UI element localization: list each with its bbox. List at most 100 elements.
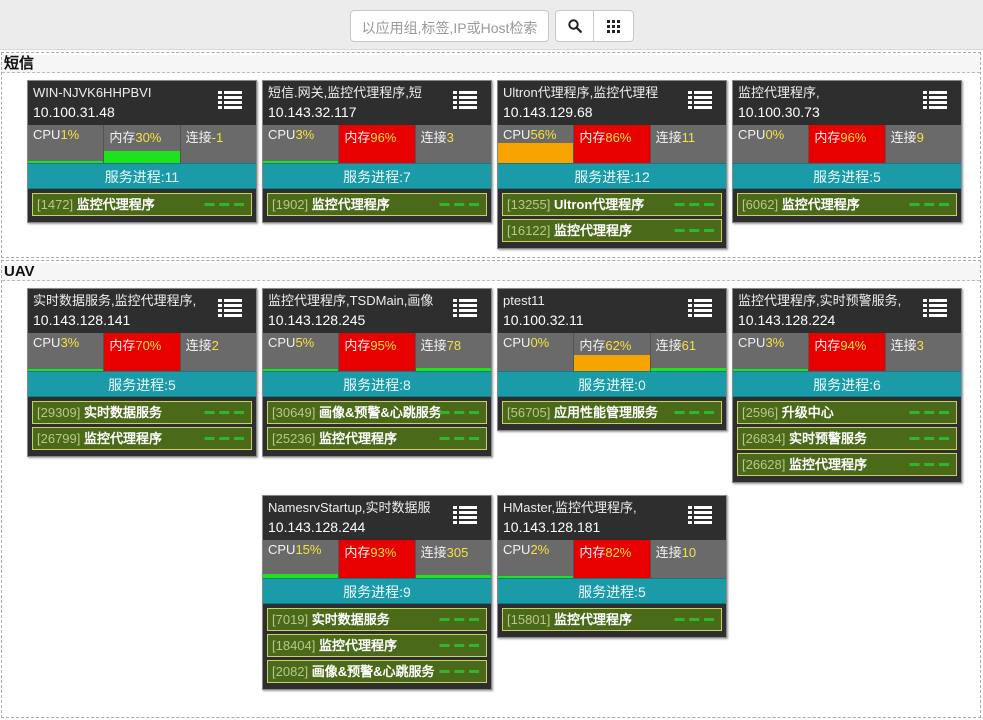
process-item[interactable]: [26628] 监控代理程序 ▬ ▬ ▬ [737,453,957,476]
process-name: 实时数据服务 [311,612,390,627]
process-pid: [25236] [272,431,316,446]
process-item[interactable]: [16122] 监控代理程序 ▬ ▬ ▬ [502,219,722,242]
process-list: [2596] 升级中心 ▬ ▬ ▬ [26834] 实时预警服务 ▬ ▬ ▬ [… [733,397,961,482]
host-title: 监控代理程序, [738,85,820,100]
cpu-bar [498,576,574,578]
host-stats: CPU0% 内存96% 连接9 [733,125,961,163]
list-menu-icon[interactable] [688,506,712,525]
cpu-label: CPU [268,542,296,557]
connection-label: 连接 [420,338,447,353]
host-card[interactable]: 监控代理程序, 10.100.30.73 CPU0% 内存96% 连接9 服务进… [732,80,962,223]
connection-stat: 连接61 [650,333,726,371]
process-item[interactable]: [15801] 监控代理程序 ▬ ▬ ▬ [502,608,722,631]
process-item[interactable]: [25236] 监控代理程序 ▬ ▬ ▬ [267,427,487,450]
cpu-stat: CPU3% [733,333,810,371]
list-menu-icon[interactable] [218,299,242,318]
card-header: 实时数据服务,监控代理程序, 10.143.128.141 [28,289,256,333]
process-list: [13255] Ultron代理程序 ▬ ▬ ▬ [16122] 监控代理程序 … [498,189,726,248]
host-card[interactable]: ptest11 10.100.32.11 CPU0% 内存62% 连接61 服务… [497,288,727,431]
process-name: 升级中心 [781,405,834,420]
process-list: [29309] 实时数据服务 ▬ ▬ ▬ [26799] 监控代理程序 ▬ ▬ … [28,397,256,456]
connection-label: 连接 [420,545,447,560]
host-card[interactable]: 监控代理程序,TSDMain,画像 10.143.128.245 CPU5% 内… [262,288,492,457]
card-header: 监控代理程序,实时预警服务, 10.143.128.224 [733,289,961,333]
service-count-bar[interactable]: 服务进程:0 [498,371,726,397]
process-item[interactable]: [6062] 监控代理程序 ▬ ▬ ▬ [737,193,957,216]
process-pid: [26628] [742,457,786,472]
process-name: 应用性能管理服务 [554,405,659,420]
card-header: HMaster,监控代理程序, 10.143.128.181 [498,496,726,540]
list-menu-icon[interactable] [453,506,477,525]
process-name: 监控代理程序 [554,612,633,627]
host-title: HMaster,监控代理程序, [503,500,637,515]
service-count-bar[interactable]: 服务进程:12 [498,163,726,189]
process-item[interactable]: [26834] 实时预警服务 ▬ ▬ ▬ [737,427,957,450]
service-count-bar[interactable]: 服务进程:5 [498,578,726,604]
host-card[interactable]: 实时数据服务,监控代理程序, 10.143.128.141 CPU3% 内存70… [27,288,257,457]
list-menu-icon[interactable] [453,91,477,110]
cpu-bar [28,369,104,371]
host-card[interactable]: NamesrvStartup,实时数据服 10.143.128.244 CPU1… [262,495,492,690]
list-menu-icon[interactable] [923,91,947,110]
status-dash-icon: ▬ ▬ ▬ [204,406,245,417]
process-list: [56705] 应用性能管理服务 ▬ ▬ ▬ [498,397,726,430]
memory-value: 62% [605,338,632,353]
memory-stat: 内存62% [574,333,651,371]
host-card[interactable]: Ultron代理程序,监控代理程 10.143.129.68 CPU56% 内存… [497,80,727,249]
grid-view-button[interactable] [594,10,634,42]
process-item[interactable]: [29309] 实时数据服务 ▬ ▬ ▬ [32,401,252,424]
host-card[interactable]: 短信.网关,监控代理程序,短 10.143.32.117 CPU3% 内存96% [262,80,492,223]
connection-bar [886,151,961,163]
process-list: [7019] 实时数据服务 ▬ ▬ ▬ [18404] 监控代理程序 ▬ ▬ ▬… [263,604,491,689]
service-count-bar[interactable]: 服务进程:5 [733,163,961,189]
service-count-bar[interactable]: 服务进程:5 [28,371,256,397]
memory-stat: 内存70% [104,333,181,371]
process-item[interactable]: [7019] 实时数据服务 ▬ ▬ ▬ [267,608,487,631]
process-pid: [2596] [742,405,779,420]
process-item[interactable]: [2082] 画像&预警&心跳服务 ▬ ▬ ▬ [267,660,487,683]
connection-bar [651,151,726,163]
connection-stat: 连接9 [886,125,961,163]
memory-stat: 内存93% [339,540,416,578]
list-menu-icon[interactable] [688,91,712,110]
service-count-bar[interactable]: 服务进程:11 [28,163,256,189]
list-menu-icon[interactable] [218,91,242,110]
process-item[interactable]: [18404] 监控代理程序 ▬ ▬ ▬ [267,634,487,657]
cpu-label: CPU [268,335,296,350]
connection-bar [886,359,961,371]
search-input[interactable]: 以应用组,标签,IP或Host检索 [350,10,549,42]
process-list: [1902] 监控代理程序 ▬ ▬ ▬ [263,189,491,222]
service-count-bar[interactable]: 服务进程:7 [263,163,491,189]
service-count-bar[interactable]: 服务进程:9 [263,578,491,604]
process-item[interactable]: [13255] Ultron代理程序 ▬ ▬ ▬ [502,193,722,216]
service-count-bar[interactable]: 服务进程:8 [263,371,491,397]
process-pid: [30649] [272,405,316,420]
process-item[interactable]: [30649] 画像&预警&心跳服务 ▬ ▬ ▬ [267,401,487,424]
process-item[interactable]: [1472] 监控代理程序 ▬ ▬ ▬ [32,193,252,216]
host-card[interactable]: HMaster,监控代理程序, 10.143.128.181 CPU2% 内存8… [497,495,727,638]
search-button[interactable] [555,10,594,42]
list-menu-icon[interactable] [688,299,712,318]
process-name: 监控代理程序 [319,638,398,653]
status-dash-icon: ▬ ▬ ▬ [674,613,715,624]
card-header: Ultron代理程序,监控代理程 10.143.129.68 [498,81,726,125]
cpu-label: CPU [738,127,766,142]
cpu-value: 0% [765,127,785,142]
cpu-label: CPU [738,335,766,350]
cpu-value: 5% [295,335,315,350]
memory-value: 94% [840,338,867,353]
connection-bar [181,151,256,163]
status-dash-icon: ▬ ▬ ▬ [439,406,480,417]
host-title: 监控代理程序,实时预警服务, [738,293,902,308]
card-header: 监控代理程序, 10.100.30.73 [733,81,961,125]
process-item[interactable]: [56705] 应用性能管理服务 ▬ ▬ ▬ [502,401,722,424]
service-count-bar[interactable]: 服务进程:6 [733,371,961,397]
process-item[interactable]: [2596] 升级中心 ▬ ▬ ▬ [737,401,957,424]
host-card[interactable]: WIN-NJVK6HHPBVI 10.100.31.48 CPU1% 内存30% [27,80,257,223]
process-item[interactable]: [1902] 监控代理程序 ▬ ▬ ▬ [267,193,487,216]
memory-stat: 内存30% [104,125,181,163]
list-menu-icon[interactable] [453,299,477,318]
process-item[interactable]: [26799] 监控代理程序 ▬ ▬ ▬ [32,427,252,450]
list-menu-icon[interactable] [923,299,947,318]
host-card[interactable]: 监控代理程序,实时预警服务, 10.143.128.224 CPU3% 内存94… [732,288,962,483]
